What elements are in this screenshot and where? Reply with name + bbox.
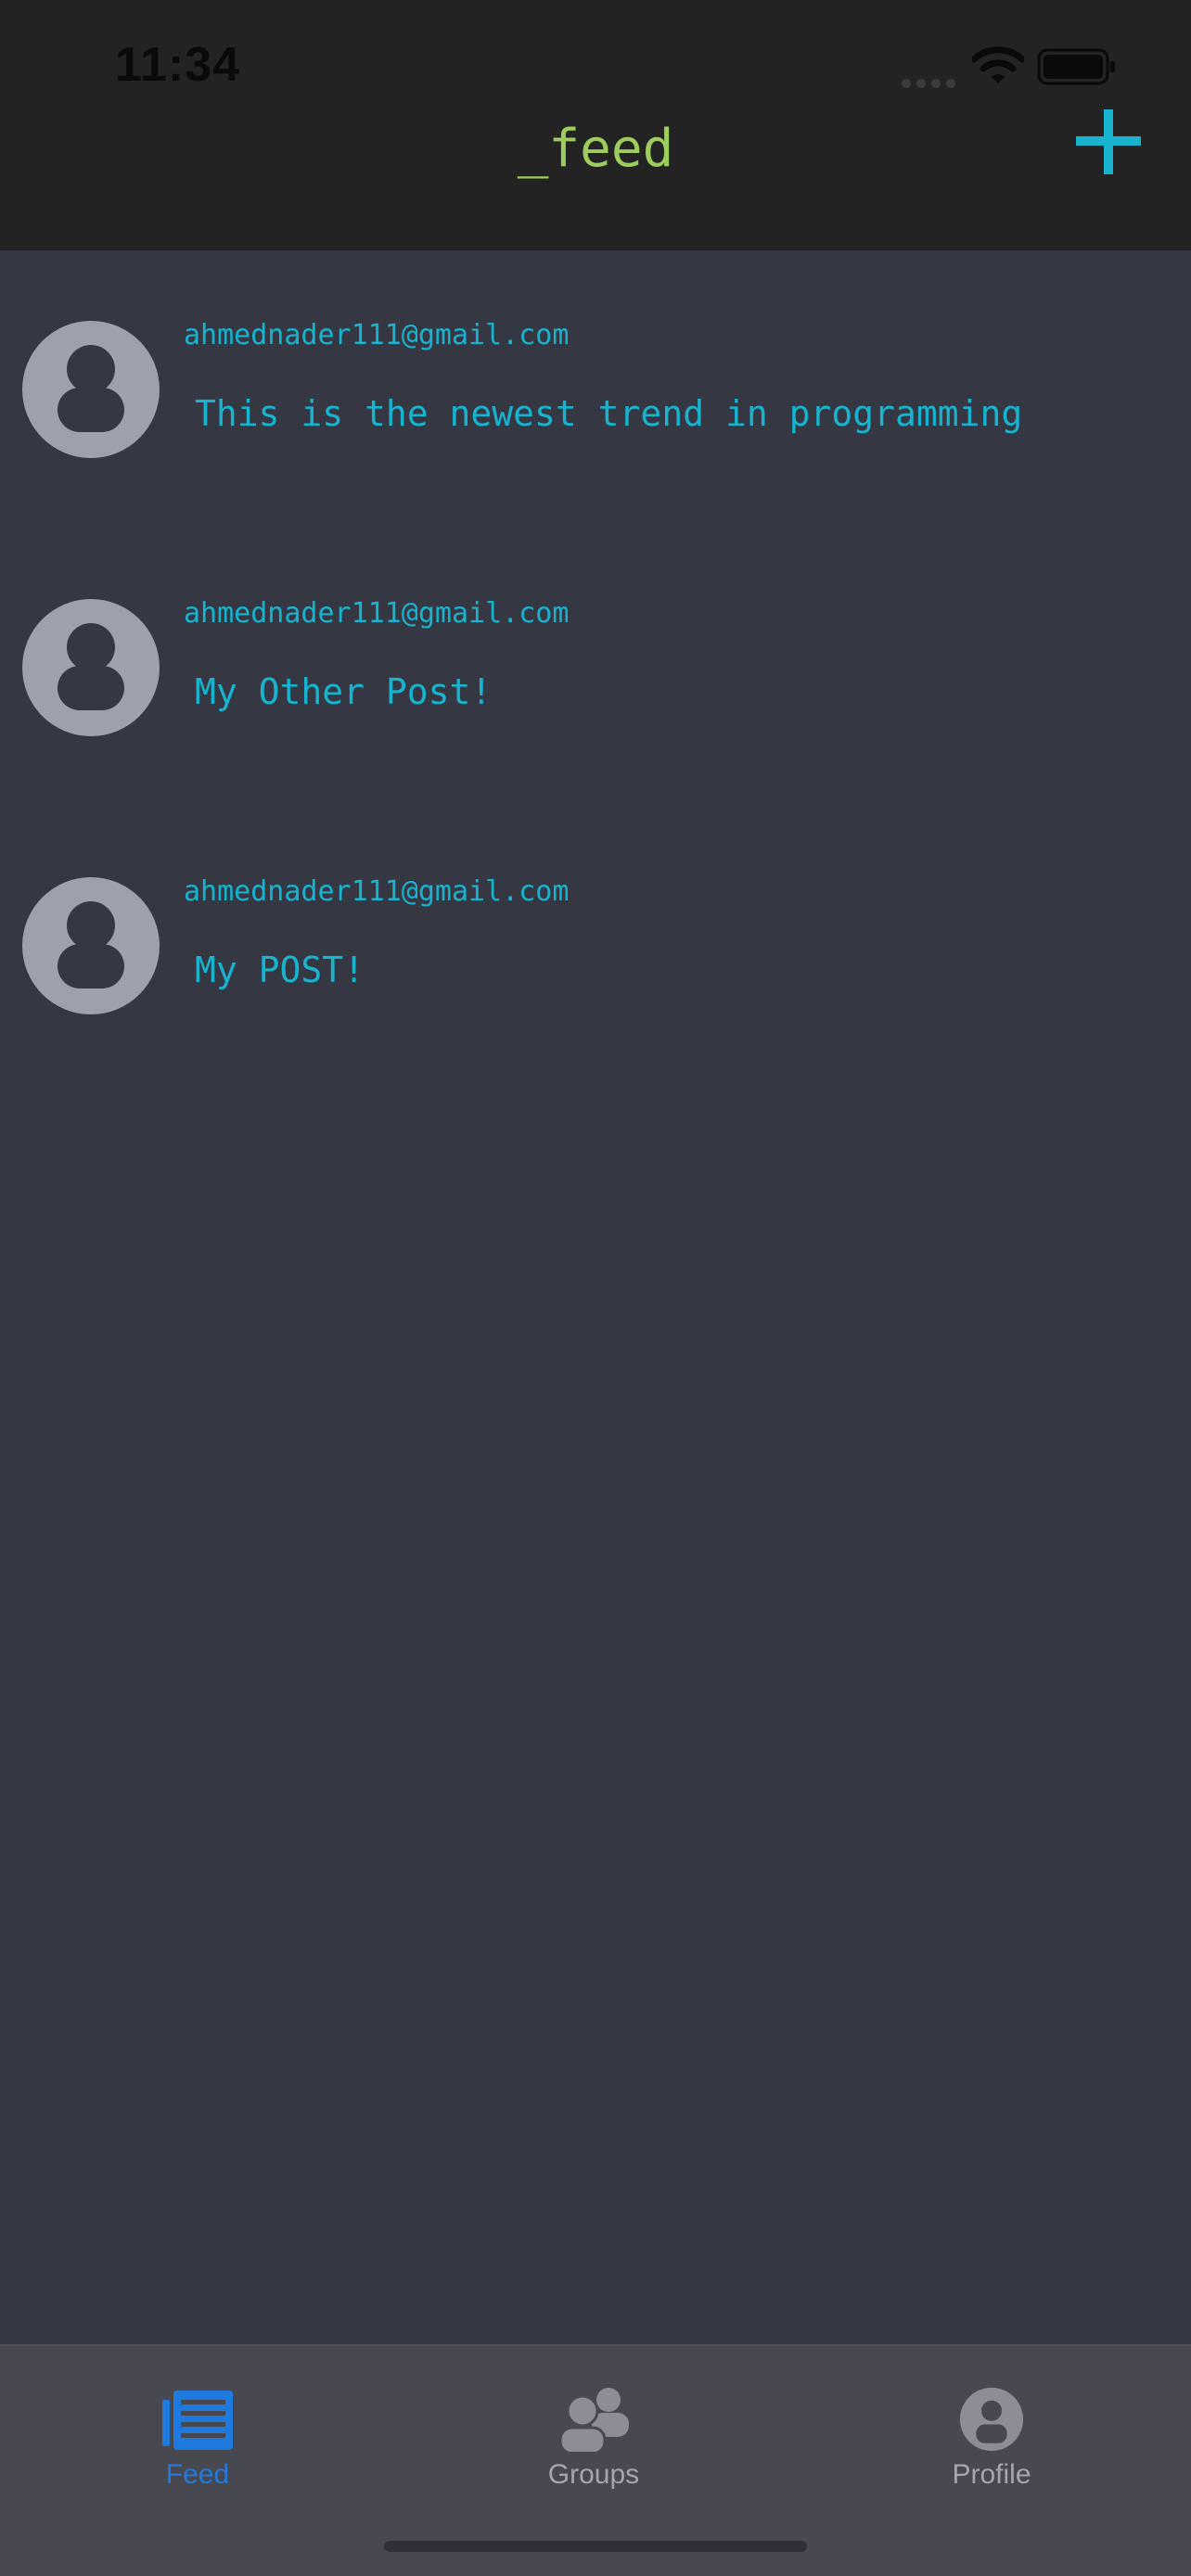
avatar-icon	[22, 599, 160, 736]
cellular-signal-icon	[902, 74, 961, 92]
post-author: ahmednader111@gmail.com	[184, 875, 570, 908]
post-text: My Other Post!	[195, 671, 493, 712]
tab-feed[interactable]: Feed	[58, 2363, 337, 2502]
post-author: ahmednader111@gmail.com	[184, 319, 570, 351]
post-text: My POST!	[195, 950, 365, 990]
post-text: This is the newest trend in programming	[195, 393, 1023, 434]
feed-list[interactable]: ahmednader111@gmail.com This is the newe…	[0, 250, 1191, 1085]
home-indicator[interactable]	[384, 2541, 807, 2552]
post-item[interactable]: ahmednader111@gmail.com My POST!	[0, 807, 1191, 1085]
profile-icon	[959, 2387, 1024, 2452]
battery-icon	[1037, 48, 1115, 85]
tab-profile[interactable]: Profile	[852, 2363, 1131, 2502]
status-time: 11:34	[115, 38, 241, 92]
newspaper-icon	[162, 2391, 233, 2450]
groups-icon	[558, 2388, 629, 2452]
post-item[interactable]: ahmednader111@gmail.com My Other Post!	[0, 529, 1191, 807]
tab-profile-label: Profile	[952, 2459, 1031, 2490]
wifi-icon	[972, 46, 1024, 83]
tab-feed-label: Feed	[165, 2459, 230, 2490]
avatar-icon	[22, 321, 160, 458]
tab-bar-divider	[0, 2344, 1191, 2346]
avatar-icon	[22, 877, 160, 1014]
post-item[interactable]: ahmednader111@gmail.com This is the newe…	[0, 250, 1191, 529]
post-author: ahmednader111@gmail.com	[184, 597, 570, 630]
tab-groups-label: Groups	[547, 2459, 640, 2490]
top-bar: 11:34 _feed	[0, 0, 1191, 250]
page-title: _feed	[517, 119, 674, 179]
add-post-button[interactable]	[1076, 109, 1141, 174]
tab-groups[interactable]: Groups	[455, 2363, 733, 2502]
